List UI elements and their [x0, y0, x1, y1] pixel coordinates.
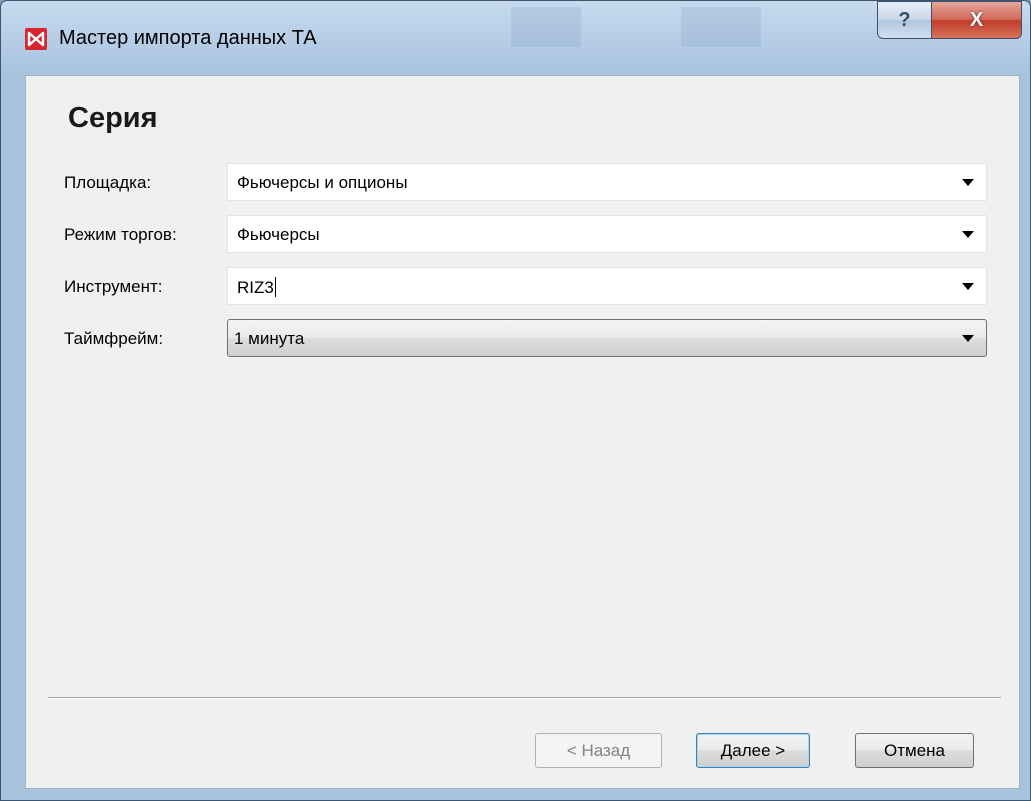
exchange-label: Площадка:: [64, 173, 152, 192]
instrument-label: Инструмент:: [64, 277, 163, 296]
instrument-value: RIZ3: [237, 278, 274, 297]
chevron-down-icon[interactable]: [962, 283, 974, 290]
next-button[interactable]: Далее >: [696, 733, 810, 768]
exchange-value: Фьючерсы и опционы: [237, 173, 408, 192]
help-icon: ?: [898, 8, 911, 31]
close-button[interactable]: X: [932, 1, 1022, 39]
title-bar[interactable]: Мастер импорта данных ТА ? X: [1, 1, 1030, 75]
timeframe-value: 1 минута: [234, 329, 305, 348]
text-cursor: [274, 277, 276, 297]
back-button[interactable]: < Назад: [535, 733, 662, 768]
instrument-input[interactable]: RIZ3: [237, 277, 276, 298]
chevron-down-icon[interactable]: [962, 179, 974, 186]
footer-separator: [48, 697, 1001, 699]
instrument-combo[interactable]: RIZ3: [227, 267, 987, 305]
moex-logo-icon: [25, 28, 47, 50]
caption-buttons: ? X: [877, 1, 1022, 41]
window-title: Мастер импорта данных ТА: [59, 27, 317, 49]
trade-mode-value: Фьючерсы: [237, 225, 320, 244]
trade-mode-label: Режим торгов:: [64, 225, 177, 244]
close-icon: X: [969, 8, 984, 31]
trade-mode-combo[interactable]: Фьючерсы: [227, 215, 987, 253]
chevron-down-icon[interactable]: [962, 335, 974, 342]
wizard-window: Мастер импорта данных ТА ? X Серия Площа…: [0, 0, 1031, 801]
cancel-button[interactable]: Отмена: [855, 733, 974, 768]
page-title: Серия: [68, 102, 158, 134]
exchange-combo[interactable]: Фьючерсы и опционы: [227, 163, 987, 201]
help-button[interactable]: ?: [877, 1, 932, 39]
wizard-content: Серия Площадка: Фьючерсы и опционы Режим…: [25, 75, 1020, 789]
timeframe-label: Таймфрейм:: [64, 329, 164, 348]
timeframe-combo[interactable]: 1 минута: [227, 319, 987, 357]
chevron-down-icon[interactable]: [962, 231, 974, 238]
